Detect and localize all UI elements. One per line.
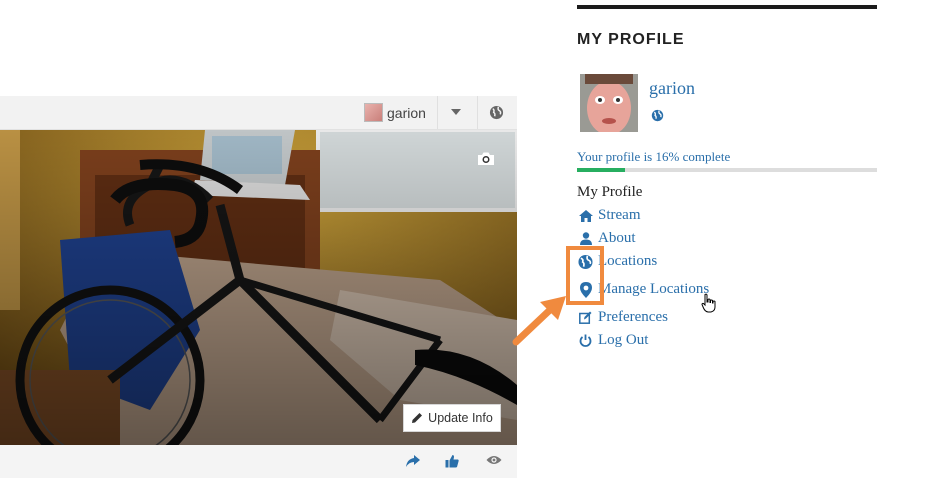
menu-item-about[interactable]: About — [578, 230, 636, 247]
annotation-arrow-icon — [512, 296, 566, 346]
menu-item-stream[interactable]: Stream — [578, 207, 641, 224]
power-icon — [579, 334, 592, 347]
cover-photo-image — [0, 130, 517, 445]
menu-title: My Profile — [577, 184, 643, 200]
hand-cursor-icon — [701, 293, 716, 313]
menu-item-label: Locations — [598, 253, 658, 269]
home-icon — [578, 209, 593, 222]
divider — [477, 96, 478, 129]
menu-item-label: About — [598, 230, 636, 246]
user-chip-name: garion — [387, 104, 426, 121]
profile-progress-text: Your profile is 16% complete — [577, 149, 731, 164]
menu-item-log-out[interactable]: Log Out — [578, 332, 648, 349]
thumbs-up-icon[interactable] — [445, 454, 459, 468]
edit-icon — [579, 311, 592, 324]
card-toolbar: garion — [0, 96, 517, 130]
globe-icon[interactable] — [489, 105, 504, 120]
divider — [437, 96, 438, 129]
avatar[interactable] — [580, 74, 638, 132]
menu-item-label: Preferences — [598, 309, 668, 325]
pencil-icon — [412, 413, 423, 423]
mini-avatar — [364, 103, 383, 122]
menu-item-label: Stream — [598, 207, 641, 223]
highlight-box — [566, 246, 604, 305]
eye-icon[interactable] — [486, 454, 502, 466]
menu-item-label: Log Out — [598, 332, 649, 348]
profile-progress-bar — [577, 168, 877, 172]
username-link[interactable]: garion — [649, 78, 695, 99]
update-info-label: Update Info — [428, 411, 493, 425]
chevron-down-icon[interactable] — [451, 109, 461, 115]
cover-photo: Update Info — [0, 130, 517, 445]
share-icon[interactable] — [405, 454, 421, 468]
user-chip[interactable]: garion — [364, 96, 426, 129]
card-actions — [0, 445, 517, 478]
avatar-image — [580, 74, 638, 132]
update-info-button[interactable]: Update Info — [403, 404, 501, 432]
menu-item-preferences[interactable]: Preferences — [578, 309, 668, 326]
profile-progress-fill — [577, 168, 625, 172]
sidebar-heading: MY PROFILE — [577, 31, 685, 48]
globe-icon[interactable] — [651, 109, 664, 122]
camera-icon[interactable] — [477, 151, 495, 166]
sidebar-top-rule — [577, 5, 877, 9]
menu-item-label: Manage Locations — [598, 281, 710, 297]
user-icon — [579, 232, 592, 245]
